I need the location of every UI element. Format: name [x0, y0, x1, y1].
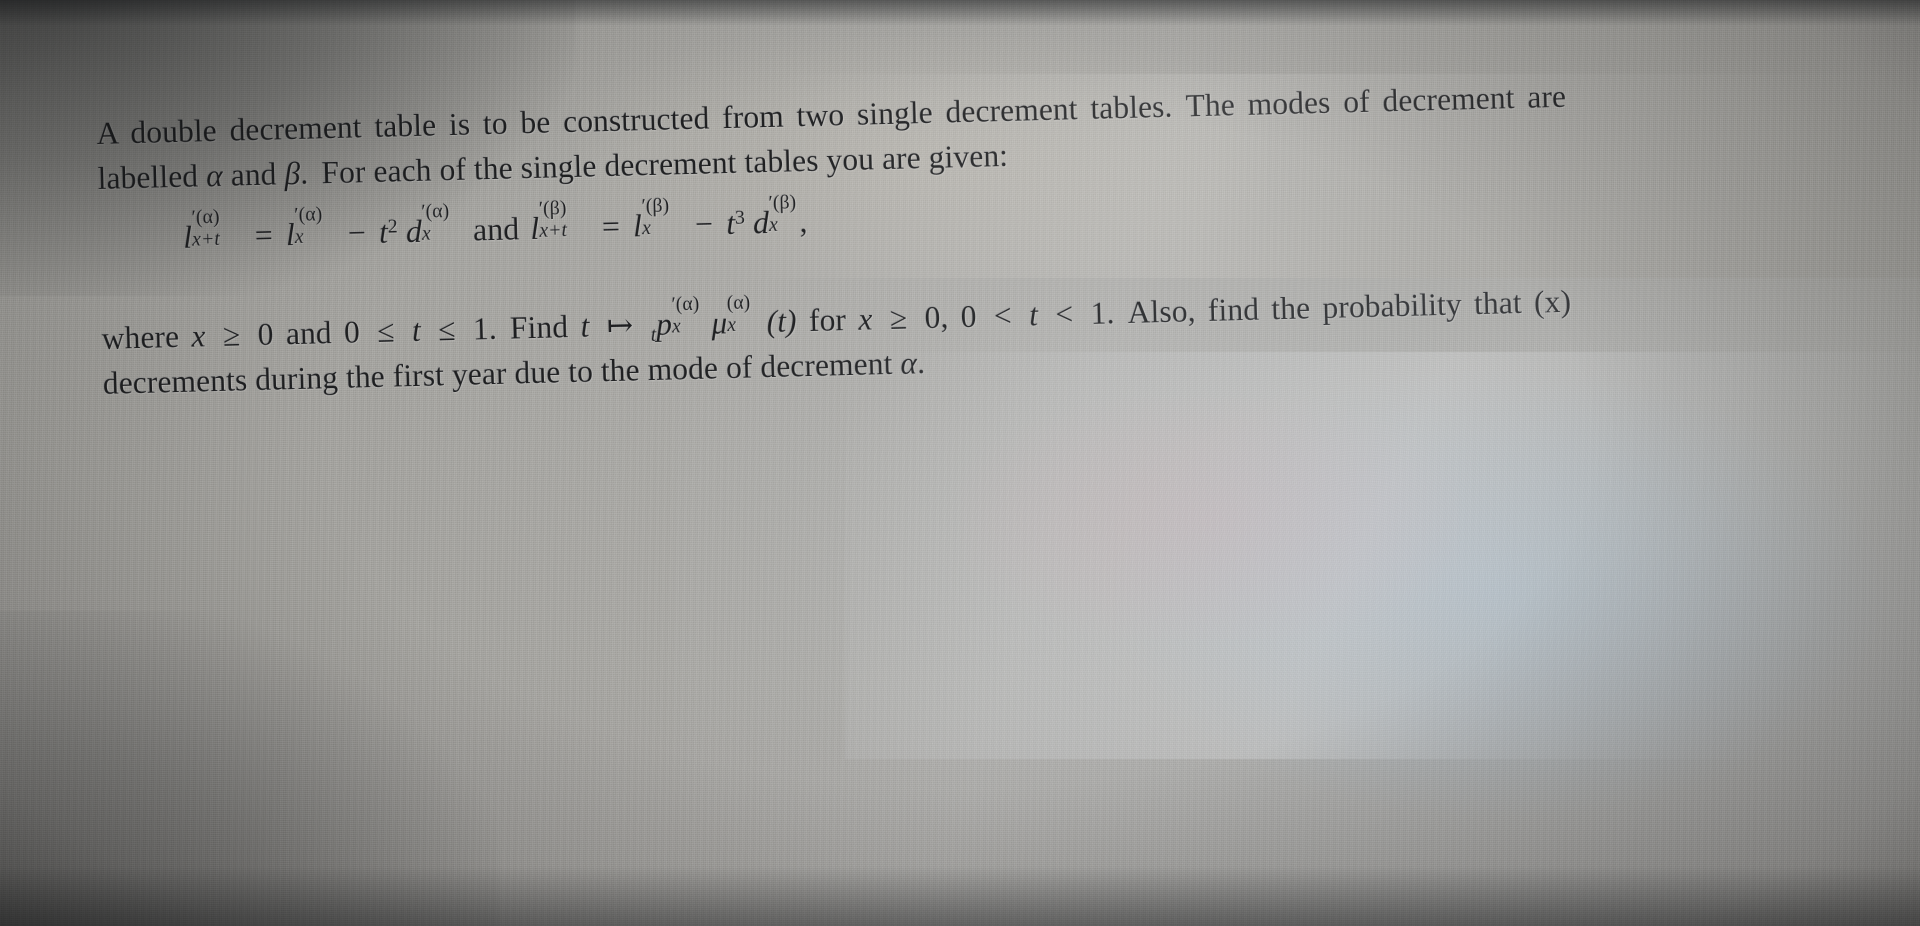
screen-photo-screenshot: A double decrement table is to be constr…: [0, 0, 1920, 926]
screen-surface: [0, 0, 1920, 926]
